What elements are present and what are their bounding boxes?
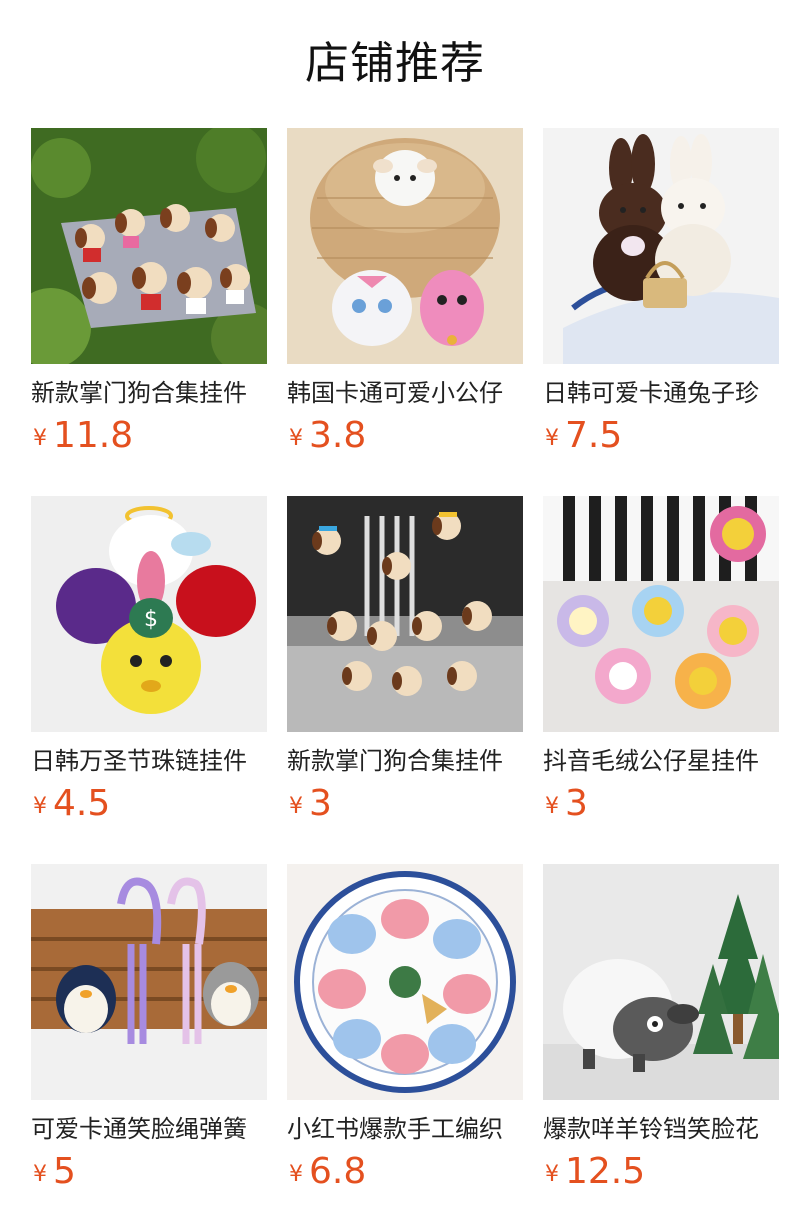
price-value: 4.5 (53, 783, 111, 824)
product-image[interactable] (287, 864, 523, 1100)
product-card[interactable]: 抖音毛绒公仔星挂件 ¥3 (543, 496, 779, 824)
product-price: ¥12.5 (545, 1150, 781, 1200)
price-value: 3 (309, 783, 332, 824)
currency-symbol: ¥ (289, 1162, 303, 1187)
svg-text:$: $ (144, 607, 158, 632)
product-price: ¥4.5 (33, 782, 269, 832)
price-value: 11.8 (53, 415, 134, 456)
currency-symbol: ¥ (545, 426, 559, 451)
page-title: 店铺推荐 (305, 38, 485, 89)
product-price: ¥3 (545, 782, 781, 832)
product-card[interactable]: 新款掌门狗合集挂件 ¥3 (287, 496, 523, 824)
price-value: 12.5 (565, 1151, 646, 1192)
product-card[interactable]: 爆款咩羊铃铛笑脸花 ¥12.5 (543, 864, 779, 1192)
product-card[interactable]: 韩国卡通可爱小公仔 ¥3.8 (287, 128, 523, 456)
product-price: ¥11.8 (33, 414, 269, 464)
product-image[interactable] (31, 128, 267, 364)
shop-recommendations-page: 店铺推荐 新款掌门狗合集挂件 ¥ 11.8 韩国卡通可爱小公仔 ¥ 3.8 日韩… (0, 0, 790, 1232)
price-value: 7.5 (565, 415, 623, 456)
product-name[interactable]: 日韩可爱卡通兔子珍 (543, 378, 779, 408)
price-value: 6.8 (309, 1151, 367, 1192)
product-name[interactable]: 新款掌门狗合集挂件 (287, 746, 523, 776)
product-card[interactable]: 可爱卡通笑脸绳弹簧 ¥5 (31, 864, 267, 1192)
product-price: ¥5 (33, 1150, 269, 1200)
product-name[interactable]: 爆款咩羊铃铛笑脸花 (543, 1114, 779, 1144)
product-name[interactable]: 可爱卡通笑脸绳弹簧 (31, 1114, 267, 1144)
currency-symbol: ¥ (545, 794, 559, 819)
price-value: 5 (53, 1151, 76, 1192)
currency-symbol: ¥ (33, 426, 47, 451)
product-image[interactable] (543, 496, 779, 732)
product-image[interactable] (31, 864, 267, 1100)
product-price: ¥7.5 (545, 414, 781, 464)
currency-symbol: ¥ (33, 794, 47, 819)
product-image[interactable] (287, 496, 523, 732)
product-card[interactable]: 小红书爆款手工编织 ¥6.8 (287, 864, 523, 1192)
currency-symbol: ¥ (289, 794, 303, 819)
product-grid: 新款掌门狗合集挂件 ¥11.8 韩国卡通可爱小公仔 ¥ 3.8 日韩可爱卡通兔子… (31, 128, 779, 1192)
product-card[interactable]: 新款掌门狗合集挂件 ¥11.8 (31, 128, 267, 456)
product-name[interactable]: 韩国卡通可爱小公仔 (287, 378, 523, 408)
currency-symbol: ¥ (33, 1162, 47, 1187)
product-image[interactable] (543, 864, 779, 1100)
product-price: ¥3.8 (289, 414, 525, 464)
price-value: 3.8 (309, 415, 367, 456)
price-value: 3 (565, 783, 588, 824)
currency-symbol: ¥ (545, 1162, 559, 1187)
product-price: ¥6.8 (289, 1150, 525, 1200)
product-name[interactable]: 小红书爆款手工编织 (287, 1114, 523, 1144)
product-name[interactable]: 抖音毛绒公仔星挂件 (543, 746, 779, 776)
currency-symbol: ¥ (289, 426, 303, 451)
product-name[interactable]: 新款掌门狗合集挂件 (31, 378, 267, 408)
product-image[interactable] (543, 128, 779, 364)
product-price: ¥3 (289, 782, 525, 832)
product-name[interactable]: 日韩万圣节珠链挂件 (31, 746, 267, 776)
product-card[interactable]: 日韩可爱卡通兔子珍 ¥7.5 (543, 128, 779, 456)
product-image[interactable]: $ (31, 496, 267, 732)
product-card[interactable]: $ 日韩万圣节珠链挂件 ¥4.5 (31, 496, 267, 824)
product-image[interactable] (287, 128, 523, 364)
